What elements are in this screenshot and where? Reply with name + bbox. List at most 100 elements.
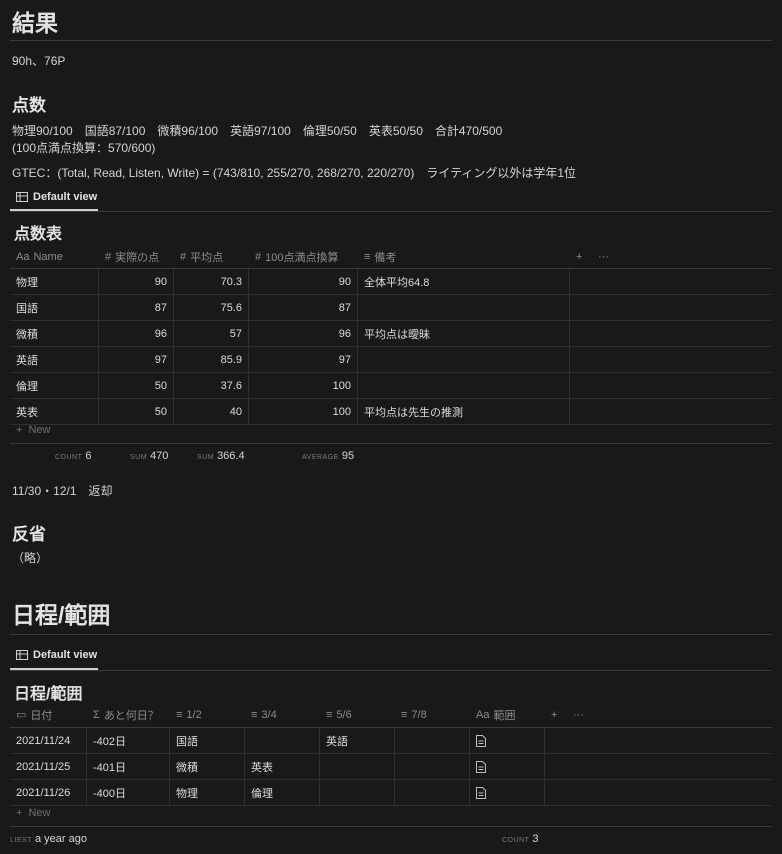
cell-average[interactable]: 37.6 <box>174 373 249 398</box>
score-table-header: Aa Name # 実際の点 # 平均点 #100点満点換算 ≡ 備考 + ··· <box>10 244 616 269</box>
cell-average[interactable]: 40 <box>174 399 249 424</box>
cell-notes[interactable] <box>358 373 570 398</box>
count-aggregate[interactable]: COUNT 6 <box>55 450 92 462</box>
cell-date[interactable]: 2021/11/26 <box>10 780 87 805</box>
cell-3-4[interactable] <box>245 728 320 753</box>
col-days-left[interactable]: Σ あと何日？ <box>87 707 170 723</box>
col-name-label: Name <box>33 250 63 263</box>
more-options-button[interactable]: ··· <box>567 709 591 721</box>
sum-average-aggregate[interactable]: SUM 366.4 <box>197 450 245 462</box>
cell-converted[interactable]: 87 <box>249 295 358 320</box>
latest-aggregate[interactable]: LIEST a year ago <box>10 833 87 845</box>
cell-converted[interactable]: 100 <box>249 373 358 398</box>
sum-actual-aggregate[interactable]: SUM 470 <box>130 450 168 462</box>
cell-5-6[interactable] <box>320 754 395 779</box>
cell-7-8[interactable] <box>395 780 470 805</box>
cell-average[interactable]: 57 <box>174 321 249 346</box>
cell-average[interactable]: 75.6 <box>174 295 249 320</box>
cell-name[interactable]: 国語 <box>10 295 99 320</box>
table-row[interactable]: 英語 97 85.9 97 <box>10 347 772 373</box>
cell-average[interactable]: 70.3 <box>174 269 249 294</box>
cell-7-8[interactable] <box>395 728 470 753</box>
col-name[interactable]: Aa Name <box>10 251 99 263</box>
cell-scope[interactable] <box>470 728 545 753</box>
cell-actual[interactable]: 50 <box>99 373 174 398</box>
cell-5-6[interactable] <box>320 780 395 805</box>
cell-notes[interactable] <box>358 295 570 320</box>
cell-1-2[interactable]: 国語 <box>170 728 245 753</box>
cell-name[interactable]: 英表 <box>10 399 99 424</box>
table-row[interactable]: 英表 50 40 100 平均点は先生の推測 <box>10 399 772 425</box>
col-3-4[interactable]: ≡ 3/4 <box>245 709 320 721</box>
table-row[interactable]: 2021/11/24 -402日 国語 英語 <box>10 728 772 754</box>
page-icon <box>476 786 486 799</box>
cell-3-4[interactable]: 倫理 <box>245 780 320 805</box>
count-label: COUNT <box>502 837 530 844</box>
table-row[interactable]: 2021/11/25 -401日 微積 英表 <box>10 754 772 780</box>
col-1-2[interactable]: ≡ 1/2 <box>170 709 245 721</box>
cell-date[interactable]: 2021/11/24 <box>10 728 87 753</box>
col-date[interactable]: ▭ 日付 <box>10 707 87 723</box>
cell-date[interactable]: 2021/11/25 <box>10 754 87 779</box>
add-column-button[interactable]: + <box>570 251 592 263</box>
schedule-view-label: Default view <box>33 649 98 661</box>
return-note: 11/30・12/1 返却 <box>12 484 113 498</box>
col-scope[interactable]: Aa 範囲 <box>470 707 545 723</box>
cell-converted[interactable]: 96 <box>249 321 358 346</box>
more-options-button[interactable]: ··· <box>592 251 616 263</box>
table-row[interactable]: 倫理 50 37.6 100 <box>10 373 772 399</box>
table-row[interactable]: 物理 90 70.3 90 全体平均64.8 <box>10 269 772 295</box>
add-column-button[interactable]: + <box>545 709 567 721</box>
cell-days-left[interactable]: -400日 <box>87 780 170 805</box>
cell-name[interactable]: 物理 <box>10 269 99 294</box>
col-actual[interactable]: # 実際の点 <box>99 249 174 265</box>
cell-days-left[interactable]: -401日 <box>87 754 170 779</box>
cell-name[interactable]: 英語 <box>10 347 99 372</box>
cell-converted[interactable]: 97 <box>249 347 358 372</box>
result-heading: 結果 <box>12 10 58 36</box>
cell-notes[interactable] <box>358 347 570 372</box>
cell-converted[interactable]: 100 <box>249 399 358 424</box>
new-row-label: New <box>28 424 51 436</box>
cell-scope[interactable] <box>470 780 545 805</box>
col-5-6[interactable]: ≡ 5/6 <box>320 709 395 721</box>
col-7-8[interactable]: ≡ 7/8 <box>395 709 470 721</box>
cell-actual[interactable]: 97 <box>99 347 174 372</box>
cell-name[interactable]: 倫理 <box>10 373 99 398</box>
cell-notes[interactable]: 平均点は先生の推測 <box>358 399 570 424</box>
cell-days-left[interactable]: -402日 <box>87 728 170 753</box>
table-row[interactable]: 国語 87 75.6 87 <box>10 295 772 321</box>
table-row[interactable]: 2021/11/26 -400日 物理 倫理 <box>10 780 772 806</box>
count-aggregate[interactable]: COUNT 3 <box>502 833 539 845</box>
col-date-label: 日付 <box>30 709 53 722</box>
sum-label: SUM <box>197 454 215 461</box>
schedule-view-tab[interactable]: Default view <box>16 649 97 661</box>
cell-converted[interactable]: 90 <box>249 269 358 294</box>
cell-actual[interactable]: 90 <box>99 269 174 294</box>
cell-actual[interactable]: 87 <box>99 295 174 320</box>
cell-3-4[interactable]: 英表 <box>245 754 320 779</box>
cell-scope[interactable] <box>470 754 545 779</box>
col-average[interactable]: # 平均点 <box>174 249 249 265</box>
cell-notes[interactable]: 全体平均64.8 <box>358 269 570 294</box>
count-value: 6 <box>85 450 92 462</box>
schedule-new-row[interactable]: + New <box>16 807 50 819</box>
col-converted[interactable]: #100点満点換算 <box>249 249 358 265</box>
table-row[interactable]: 微積 96 57 96 平均点は曖昧 <box>10 321 772 347</box>
cell-actual[interactable]: 50 <box>99 399 174 424</box>
score-table-new-row[interactable]: + New <box>16 424 50 436</box>
col-notes[interactable]: ≡ 備考 <box>358 249 570 265</box>
col-average-label: 平均点 <box>190 251 224 264</box>
cell-5-6[interactable]: 英語 <box>320 728 395 753</box>
schedule-footer-divider <box>10 826 772 827</box>
cell-7-8[interactable] <box>395 754 470 779</box>
average-aggregate[interactable]: AVERAGE 95 <box>302 450 354 462</box>
cell-notes[interactable]: 平均点は曖昧 <box>358 321 570 346</box>
cell-average[interactable]: 85.9 <box>174 347 249 372</box>
text-type-icon: ≡ <box>176 708 183 721</box>
cell-actual[interactable]: 96 <box>99 321 174 346</box>
cell-name[interactable]: 微積 <box>10 321 99 346</box>
cell-1-2[interactable]: 微積 <box>170 754 245 779</box>
cell-1-2[interactable]: 物理 <box>170 780 245 805</box>
score-table-view-tab[interactable]: Default view <box>16 191 97 203</box>
